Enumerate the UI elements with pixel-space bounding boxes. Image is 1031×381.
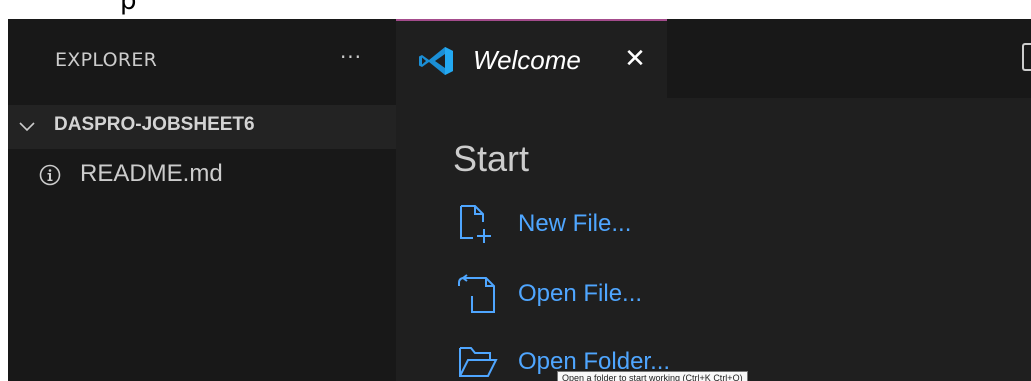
more-actions-button[interactable]: ···	[336, 44, 366, 70]
file-name: README.md	[80, 160, 223, 187]
new-file-label: New File...	[518, 210, 632, 237]
close-icon[interactable]: ✕	[621, 45, 649, 73]
cropped-glyph: p	[120, 0, 137, 16]
sidebar-header: EXPLORER ···	[8, 19, 396, 105]
welcome-page: Start New File... Open File... Open Fold…	[396, 98, 1031, 381]
info-icon	[39, 164, 61, 186]
folder-name: DASPRO-JOBSHEET6	[54, 114, 255, 135]
new-file-icon	[460, 205, 491, 243]
top-strip: p	[0, 0, 1031, 19]
open-file-link[interactable]: Open File...	[458, 274, 778, 318]
new-file-link[interactable]: New File...	[458, 204, 778, 248]
folder-row[interactable]: DASPRO-JOBSHEET6	[8, 105, 396, 149]
tab-bar: Welcome ✕	[396, 19, 1031, 98]
start-heading: Start	[453, 138, 530, 179]
open-folder-icon	[459, 347, 498, 377]
open-file-icon	[458, 274, 495, 313]
open-file-label: Open File...	[518, 280, 643, 307]
vscode-window: p EXPLORER ··· DASPRO-JOBSHEET6 README.m…	[0, 0, 1031, 381]
tab-welcome[interactable]: Welcome ✕	[396, 19, 667, 98]
tooltip: Open a folder to start working (Ctrl+K C…	[557, 371, 748, 381]
explorer-sidebar: EXPLORER ··· DASPRO-JOBSHEET6 README.md	[8, 19, 396, 381]
chevron-down-icon	[19, 122, 35, 132]
sidebar-title: EXPLORER	[55, 49, 158, 71]
file-item-readme[interactable]: README.md	[8, 154, 396, 198]
editor-action-icon[interactable]	[1022, 43, 1031, 71]
tab-label: Welcome	[473, 45, 581, 75]
vscode-logo-icon	[419, 47, 453, 75]
